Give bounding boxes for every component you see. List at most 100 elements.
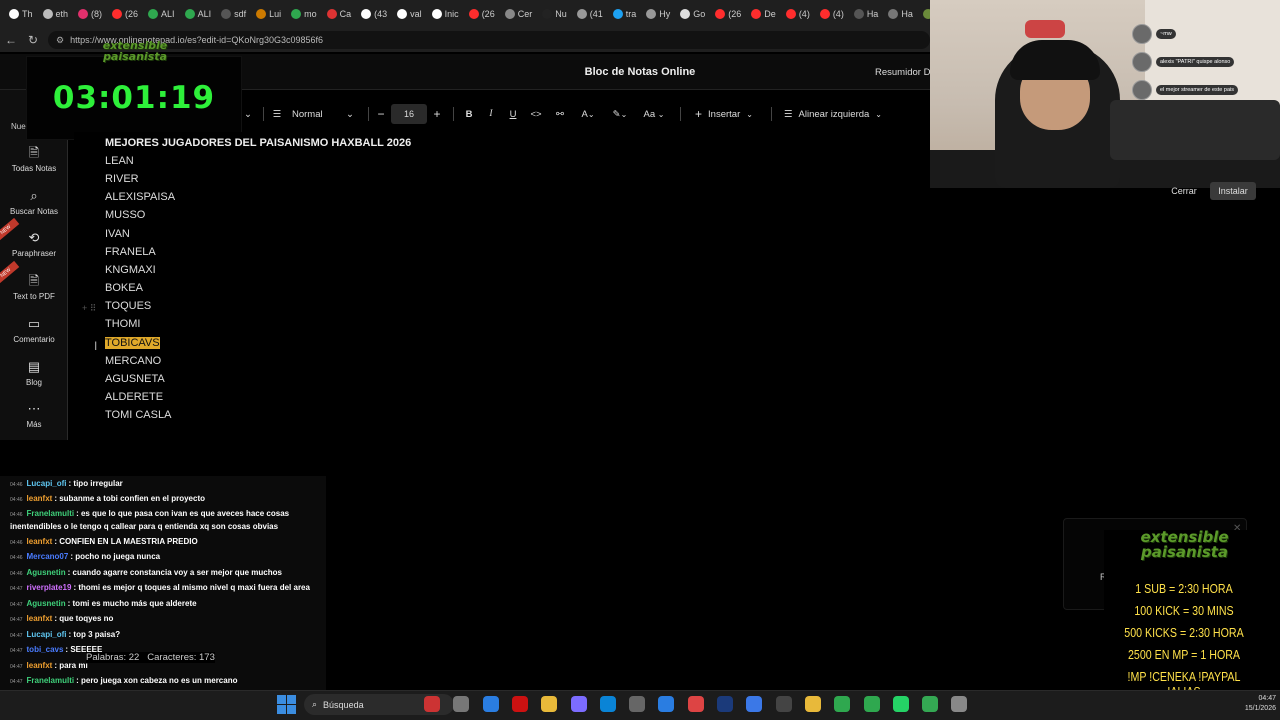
browser-tab[interactable]: Go	[675, 3, 710, 25]
gear-icon[interactable]	[951, 696, 968, 712]
browser-tab[interactable]: (26	[710, 3, 746, 25]
browser-tab[interactable]: (26	[107, 3, 143, 25]
document-line[interactable]: THOMI	[105, 318, 140, 330]
edge-icon[interactable]	[599, 696, 616, 712]
new-note-button[interactable]: Nue	[11, 122, 26, 131]
notes-icon[interactable]	[804, 696, 821, 712]
pen-icon[interactable]	[570, 696, 587, 712]
document-line[interactable]: TOBICAVS	[105, 336, 160, 349]
chat-username[interactable]: leanfxt	[27, 494, 53, 503]
font-size-input[interactable]: 16	[391, 104, 427, 124]
decrease-font-button[interactable]: −	[375, 103, 387, 125]
document-line[interactable]: MERCANO	[105, 355, 161, 367]
browser-tab[interactable]: tra	[608, 3, 642, 25]
address-bar[interactable]: ⚙ https://www.onlinenotepad.io/es?edit-i…	[48, 31, 930, 49]
browser-tab[interactable]: ALI	[180, 3, 217, 25]
document-line[interactable]: KNGMAXI	[105, 264, 156, 276]
align-button[interactable]: ☰ Alinear izquierda ⌄	[778, 103, 888, 125]
chat-username[interactable]: Agusnetin	[27, 568, 66, 577]
chat-username[interactable]: leanfxt	[27, 661, 53, 670]
document-line[interactable]: MUSSO	[105, 209, 145, 221]
chat-username[interactable]: leanfxt	[27, 537, 53, 546]
document-line[interactable]: ALEXISPAISA	[105, 191, 175, 203]
back-icon[interactable]: ←	[0, 33, 22, 47]
browser-tab[interactable]: H	[918, 3, 930, 25]
steam-icon[interactable]	[687, 696, 704, 712]
whatsapp-icon[interactable]	[892, 696, 909, 712]
browser-tab[interactable]: (8)	[73, 3, 107, 25]
document-line[interactable]: TOMI CASLA	[105, 409, 171, 421]
browser-tab[interactable]: Inic	[427, 3, 464, 25]
browser-tab[interactable]: Cer	[500, 3, 538, 25]
install-confirm-button[interactable]: Instalar	[1210, 182, 1256, 200]
browser-tab[interactable]: De	[746, 3, 781, 25]
opera-icon[interactable]	[511, 696, 528, 712]
italic-button[interactable]: I	[482, 103, 500, 125]
browser-tab[interactable]: (4)	[815, 3, 849, 25]
chat-username[interactable]: Lucapi_ofi	[27, 630, 67, 639]
browser-tab[interactable]: Ca	[322, 3, 357, 25]
app-icon[interactable]	[863, 696, 880, 712]
chat-username[interactable]: riverplate19	[27, 583, 72, 592]
document-line[interactable]: ALDERETE	[105, 391, 163, 403]
browser-tab[interactable]: (41	[572, 3, 608, 25]
chrome-icon[interactable]	[922, 696, 939, 712]
site-info-icon[interactable]: ⚙	[56, 35, 64, 46]
bold-button[interactable]: B	[460, 103, 478, 125]
chrome-icon[interactable]	[834, 696, 851, 712]
browser-tab[interactable]: (26	[464, 3, 500, 25]
chat-username[interactable]: leanfxt	[27, 614, 53, 623]
text-color-button[interactable]: A ⌄	[574, 103, 602, 125]
vscode-icon[interactable]	[717, 696, 733, 712]
sidebar-item-document[interactable]: 🗎 Todas Notas	[0, 145, 68, 173]
chat-username[interactable]: Franelamulti	[27, 509, 75, 518]
browser-tab[interactable]: mo	[286, 3, 322, 25]
browser-tab[interactable]: eth	[38, 3, 74, 25]
chat-username[interactable]: tobi_cavs	[27, 645, 64, 654]
browser-tab[interactable]: sdf	[216, 3, 251, 25]
paragraph-style-select[interactable]: Normal ⌄	[288, 103, 358, 125]
browser-tab[interactable]: Ha	[849, 3, 884, 25]
document-line[interactable]: FRANELA	[105, 246, 156, 258]
chat-username[interactable]: Lucapi_ofi	[27, 479, 67, 488]
chevron-down-icon[interactable]: ⌄	[243, 103, 253, 125]
sidebar-item-search[interactable]: ⌕ Buscar Notas	[0, 188, 68, 216]
document-line[interactable]: IVAN	[105, 228, 130, 240]
chat-username[interactable]: Franelamulti	[27, 676, 75, 685]
browser-tab[interactable]: Lui	[251, 3, 286, 25]
copilot-icon[interactable]	[482, 696, 499, 712]
insert-button[interactable]: + Insertar ⌄	[687, 103, 761, 125]
link-icon[interactable]: ⚯	[550, 103, 570, 125]
document-line[interactable]: TOQUES	[105, 300, 151, 312]
document-title[interactable]: MEJORES JUGADORES DEL PAISANISMO HAXBALL…	[105, 137, 411, 149]
browser-tab[interactable]: val	[392, 3, 427, 25]
sidebar-item-paraphrase[interactable]: NEW ⟲ Paraphraser	[0, 218, 68, 258]
case-button[interactable]: Aa ⌄	[638, 103, 670, 125]
document-line[interactable]: AGUSNETA	[105, 373, 165, 385]
terminal-icon[interactable]	[775, 696, 792, 712]
file-explorer-icon[interactable]	[541, 696, 558, 712]
resumidor-link[interactable]: Resumidor D	[875, 67, 930, 78]
sidebar-item-blog[interactable]: ▤ Blog	[0, 359, 68, 387]
document-line[interactable]: LEAN	[105, 155, 134, 167]
document-line[interactable]: BOKEA	[105, 282, 143, 294]
start-button[interactable]	[276, 694, 296, 714]
browser-tab[interactable]: ALI	[143, 3, 180, 25]
browser-tab[interactable]: Nu	[537, 3, 572, 25]
editor-area[interactable]	[74, 132, 934, 472]
browser-tab[interactable]: (43	[356, 3, 392, 25]
browser-tab[interactable]: Ha	[883, 3, 918, 25]
increase-font-button[interactable]: +	[431, 103, 443, 125]
photo-app-icon[interactable]	[424, 696, 440, 712]
highlight-button[interactable]: ✎ ⌄	[606, 103, 634, 125]
chat-username[interactable]: Agusnetin	[27, 599, 66, 608]
browser-tab[interactable]: (4)	[781, 3, 815, 25]
sidebar-item-comment[interactable]: ▭ Comentario	[0, 316, 68, 344]
install-cancel-button[interactable]: Cerrar	[1165, 182, 1203, 200]
underline-button[interactable]: U	[504, 103, 522, 125]
settings-icon[interactable]	[629, 696, 646, 712]
document-line[interactable]: RIVER	[105, 173, 139, 185]
browser-tab[interactable]: Hy	[641, 3, 675, 25]
browser-tab[interactable]: Th	[4, 3, 38, 25]
sidebar-item-more[interactable]: ⋯ Más	[0, 401, 68, 429]
